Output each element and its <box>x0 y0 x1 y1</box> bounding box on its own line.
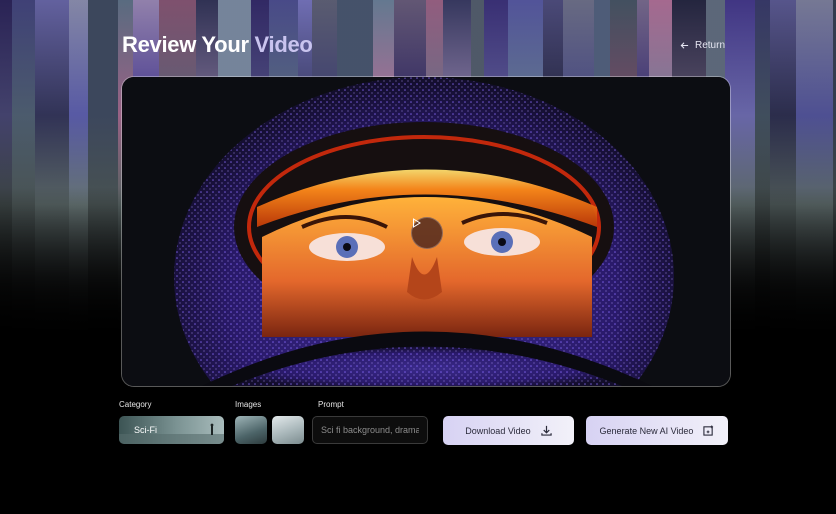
return-button[interactable]: Return <box>680 40 725 51</box>
category-select[interactable]: Sci-Fi <box>119 416 224 444</box>
generate-video-label: Generate New AI Video <box>599 425 694 436</box>
video-player[interactable] <box>122 77 730 386</box>
category-label: Category <box>119 400 152 409</box>
images-label: Images <box>235 400 262 409</box>
image-thumbnail[interactable] <box>272 416 304 444</box>
download-icon <box>541 425 552 436</box>
page-title-main: Review Your <box>122 32 249 57</box>
prompt-input[interactable] <box>312 416 428 444</box>
page-title: Review Your Video <box>122 32 313 58</box>
prompt-label: Prompt <box>318 400 344 409</box>
page-title-accent: Video <box>254 32 313 57</box>
add-video-icon <box>703 425 714 436</box>
download-video-button[interactable]: Download Video <box>443 416 574 445</box>
play-button[interactable] <box>411 217 443 249</box>
generate-video-button[interactable]: Generate New AI Video <box>586 416 728 445</box>
play-icon <box>413 218 421 228</box>
download-video-label: Download Video <box>465 425 531 436</box>
return-label: Return <box>695 40 726 51</box>
category-value: Sci-Fi <box>134 425 157 435</box>
arrow-left-icon <box>680 42 689 49</box>
image-thumbnail[interactable] <box>235 416 267 444</box>
